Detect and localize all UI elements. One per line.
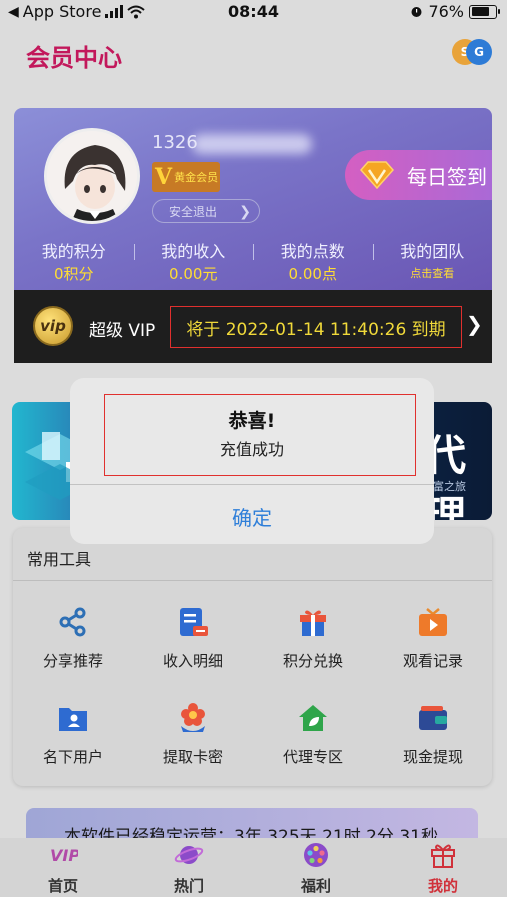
home-leaf-icon (299, 705, 327, 731)
stat-income[interactable]: 我的收入 0.00元 (133, 238, 254, 283)
stat-label: 我的团队 (400, 242, 465, 261)
tab-label: 首页 (47, 877, 78, 895)
dialog-title: 恭喜! (228, 410, 276, 432)
stat-label: 我的点数 (280, 242, 345, 261)
tab-mine[interactable]: 我的 (413, 842, 473, 896)
tab-label: 我的 (427, 877, 458, 895)
vip-medal-icon: vip (33, 306, 73, 346)
logout-button[interactable]: 安全退出 ❯ (152, 199, 260, 223)
tool-income-detail[interactable]: 收入明细 (133, 606, 253, 671)
planet-icon (174, 846, 204, 864)
avatar[interactable] (44, 128, 140, 224)
success-dialog: 恭喜! 充值成功 确定 (70, 378, 434, 544)
flower-icon (181, 703, 205, 732)
tab-welfare[interactable]: 福利 (286, 842, 346, 896)
tab-home[interactable]: VIP 首页 (33, 842, 93, 896)
income-detail-icon (180, 608, 208, 636)
divider (13, 580, 492, 581)
tools-title: 常用工具 (27, 550, 92, 569)
tab-hot[interactable]: 热门 (159, 842, 219, 896)
sg-logo-icon[interactable]: S G (452, 38, 494, 66)
tool-watch-history[interactable]: 观看记录 (373, 606, 493, 671)
tool-label: 收入明细 (162, 652, 223, 670)
page-title: 会员中心 (26, 44, 122, 72)
share-icon (59, 607, 86, 637)
member-level-label: 黄金会员 (174, 171, 219, 184)
member-level-badge: V 黄金会员 (152, 162, 220, 192)
logout-label: 安全退出 (169, 204, 218, 219)
tool-points-exchange[interactable]: 积分兑换 (253, 606, 373, 671)
phone-number: 1326 (152, 132, 198, 153)
chevron-right-icon: ❯ (466, 312, 483, 336)
vip-label: 超级 VIP (89, 321, 156, 341)
profile-card: 1326 V 黄金会员 安全退出 ❯ 每日签到 我的积分 0积分 我的收入 0.… (14, 108, 492, 290)
battery-percent: 76% (428, 2, 464, 21)
logo-letter-g: G (466, 39, 492, 65)
vip-expire-text: 将于 2022-01-14 11:40:26 到期 (170, 306, 462, 348)
film-reel-icon (304, 843, 328, 867)
v-icon: V (155, 164, 173, 190)
status-bar: ◀ App Store 08:44 76% (0, 0, 507, 24)
stat-points[interactable]: 我的积分 0积分 (14, 238, 134, 283)
stat-value: 0积分 (53, 265, 94, 283)
svg-text:VIP: VIP (50, 846, 78, 865)
tool-agent-zone[interactable]: 代理专区 (253, 702, 373, 767)
dialog-divider (70, 484, 434, 485)
gift-icon (431, 844, 455, 868)
tool-label: 分享推荐 (42, 652, 103, 670)
alarm-icon (411, 7, 422, 17)
tool-cash-withdraw[interactable]: 现金提现 (373, 702, 493, 767)
vip-bar[interactable]: vip 超级 VIP 将于 2022-01-14 11:40:26 到期 ❯ (14, 290, 492, 363)
tab-bar: VIP 首页 热门 福利 我的 (0, 838, 507, 897)
tv-play-icon (419, 608, 447, 636)
stat-value: 点击查看 (410, 267, 455, 280)
stats-row: 我的积分 0积分 我的收入 0.00元 我的点数 0.00点 我的团队 点击查看 (14, 238, 493, 283)
stat-value: 0.00点 (288, 265, 337, 283)
tool-share[interactable]: 分享推荐 (13, 606, 133, 671)
tab-label: 热门 (173, 877, 204, 895)
confirm-button[interactable]: 确定 (70, 502, 434, 531)
stat-team[interactable]: 我的团队 点击查看 (372, 238, 493, 280)
tool-my-users[interactable]: 名下用户 (13, 702, 133, 767)
stat-label: 我的积分 (41, 242, 106, 261)
tool-label: 提取卡密 (162, 748, 223, 766)
banner-title: 代理 (424, 431, 467, 520)
stat-credits[interactable]: 我的点数 0.00点 (253, 238, 373, 283)
diamond-icon (360, 161, 394, 190)
phone-mask (192, 134, 312, 154)
battery-icon (469, 4, 500, 19)
tool-label: 观看记录 (402, 652, 463, 670)
vip-icon: VIP (50, 846, 80, 865)
stat-label: 我的收入 (161, 242, 226, 261)
chevron-right-icon: ❯ (239, 204, 251, 220)
stat-value: 0.00元 (169, 265, 218, 283)
dialog-message: 充值成功 (219, 440, 284, 459)
tool-extract-card[interactable]: 提取卡密 (133, 702, 253, 767)
checkin-label: 每日签到 (407, 164, 487, 189)
tools-panel: 常用工具 分享推荐 收入明细 积分兑换 观看记录 名下用户 提取卡密 代理专区 … (13, 528, 492, 786)
tool-label: 现金提现 (402, 748, 463, 766)
daily-checkin-button[interactable]: 每日签到 (345, 150, 492, 200)
status-right: 76% (410, 2, 500, 21)
tab-label: 福利 (300, 877, 331, 895)
tool-label: 积分兑换 (282, 652, 343, 670)
user-folder-icon (59, 708, 87, 731)
gift-box-icon (300, 610, 326, 636)
tool-label: 代理专区 (282, 748, 343, 766)
wallet-icon (419, 706, 447, 730)
tool-label: 名下用户 (42, 748, 103, 766)
